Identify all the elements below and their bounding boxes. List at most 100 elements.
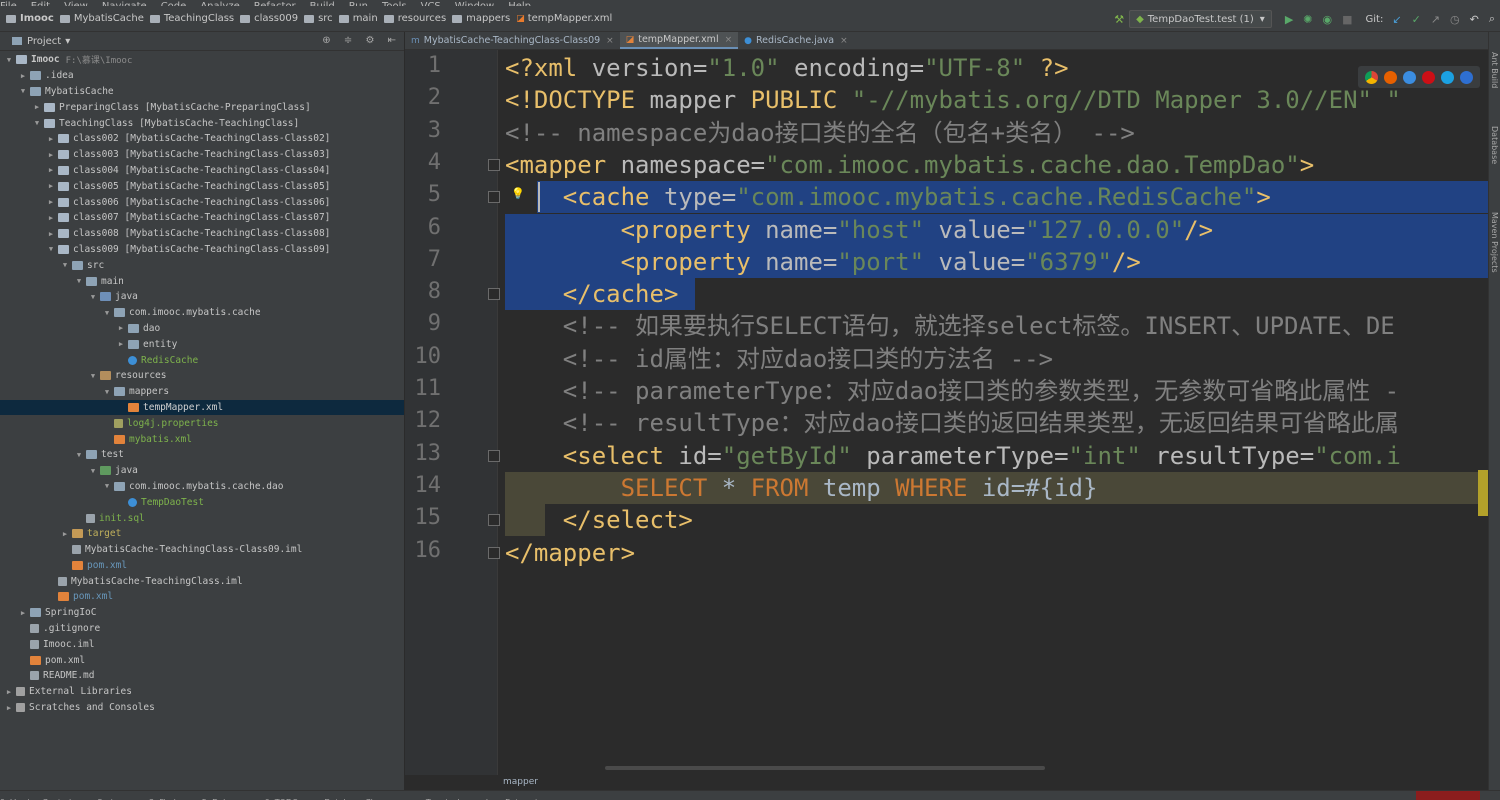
history-icon[interactable]: ◷ — [1450, 13, 1460, 26]
chevron-right-icon[interactable]: ▶ — [116, 340, 126, 348]
fold-marker[interactable] — [488, 449, 500, 462]
firefox-icon[interactable] — [1384, 70, 1397, 84]
chevron-right-icon[interactable]: ▶ — [4, 704, 14, 712]
tree-item[interactable]: ▶ PreparingClass [MybatisCache-PreparingC… — [0, 99, 404, 115]
breadcrumb-item[interactable]: src — [304, 13, 333, 24]
hammer-icon[interactable]: ⚒ — [1114, 13, 1124, 26]
code-line[interactable]: <cache type="com.imooc.mybatis.cache.Red… — [505, 181, 1271, 213]
chevron-right-icon[interactable]: ▶ — [46, 182, 56, 190]
chevron-down-icon[interactable]: ▼ — [46, 245, 56, 253]
breadcrumb-item[interactable]: class009 — [240, 13, 298, 24]
tree-item[interactable]: log4j.properties — [0, 415, 404, 431]
tree-item[interactable]: ▶ entity — [0, 336, 404, 352]
editor-breadcrumb[interactable]: mapper — [405, 775, 1488, 790]
tree-item[interactable]: ▼ src — [0, 257, 404, 273]
code-line[interactable]: SELECT * FROM temp WHERE id=#{id} — [505, 472, 1098, 504]
git-push-icon[interactable]: ↗ — [1431, 13, 1440, 26]
tree-item[interactable]: .gitignore — [0, 621, 404, 637]
breadcrumb-item[interactable]: TeachingClass — [149, 13, 234, 24]
chevron-down-icon[interactable]: ▼ — [74, 277, 84, 285]
close-icon[interactable]: × — [840, 36, 848, 46]
breadcrumb-item[interactable]: Imooc — [6, 13, 54, 24]
git-commit-icon[interactable]: ✓ — [1412, 13, 1421, 26]
project-panel-title[interactable]: Project — [27, 36, 61, 47]
code-line[interactable]: <?xml version="1.0" encoding="UTF-8" ?> — [505, 52, 1069, 84]
tree-item[interactable]: ▼ TeachingClass [MybatisCache-TeachingCla… — [0, 115, 404, 131]
code-line[interactable]: <!-- parameterType：对应dao接口类的参数类型，无参数可省略此… — [505, 375, 1399, 407]
horizontal-scrollbar[interactable] — [605, 766, 1045, 770]
code-line[interactable]: <!-- id属性：对应dao接口类的方法名 --> — [505, 343, 1053, 375]
tree-item[interactable]: pom.xml — [0, 652, 404, 668]
chevron-right-icon[interactable]: ▶ — [4, 688, 14, 696]
chrome-icon[interactable] — [1365, 70, 1378, 84]
lightbulb-icon[interactable]: 💡 — [511, 187, 525, 200]
database-tab[interactable]: Database — [1490, 126, 1499, 164]
chevron-down-icon[interactable]: ▼ — [74, 451, 84, 459]
tree-item[interactable]: ▼ com.imooc.mybatis.cache — [0, 305, 404, 321]
hide-icon[interactable]: ⇤ — [388, 35, 396, 46]
chevron-down-icon[interactable]: ▼ — [60, 261, 70, 269]
chevron-right-icon[interactable]: ▶ — [46, 230, 56, 238]
breadcrumb-item[interactable]: ◪ tempMapper.xml — [516, 13, 612, 24]
tree-item[interactable]: mybatis.xml — [0, 431, 404, 447]
search-everywhere-icon[interactable]: ⌕ — [1489, 12, 1495, 26]
tree-item[interactable]: MybatisCache-TeachingClass-Class09.iml — [0, 542, 404, 558]
fold-marker[interactable] — [488, 514, 500, 527]
editor-tab[interactable]: ◪ tempMapper.xml × — [619, 32, 739, 49]
tree-item[interactable]: MybatisCache-TeachingClass.iml — [0, 573, 404, 589]
tree-item[interactable]: ▼ resources — [0, 368, 404, 384]
collapse-icon[interactable]: ≑ — [344, 35, 352, 46]
chevron-down-icon[interactable]: ▼ — [102, 482, 112, 490]
tree-item[interactable]: ▶ class003 [MybatisCache-TeachingClass-Cl… — [0, 147, 404, 163]
breadcrumb-item[interactable]: resources — [383, 13, 446, 24]
chevron-right-icon[interactable]: ▶ — [18, 609, 28, 617]
tree-item[interactable]: ▶ class005 [MybatisCache-TeachingClass-Cl… — [0, 178, 404, 194]
chevron-down-icon[interactable]: ▼ — [88, 467, 98, 475]
code-line[interactable]: <mapper namespace="com.imooc.mybatis.cac… — [505, 149, 1314, 181]
code-line[interactable]: </select> — [505, 504, 693, 536]
tree-item[interactable]: pom.xml — [0, 589, 404, 605]
fold-marker[interactable] — [488, 158, 500, 171]
chevron-right-icon[interactable]: ▶ — [46, 135, 56, 143]
code-line[interactable]: <!-- namespace为dao接口类的全名（包名+类名） --> — [505, 117, 1135, 149]
stop-icon[interactable]: ■ — [1342, 13, 1352, 26]
chevron-right-icon[interactable]: ▶ — [116, 324, 126, 332]
chevron-right-icon[interactable]: ▶ — [46, 166, 56, 174]
tree-item[interactable]: ▶ Scratches and Consoles — [0, 700, 404, 716]
code-line[interactable]: </cache> — [505, 278, 679, 310]
tree-item[interactable]: ▼ java — [0, 463, 404, 479]
code-line[interactable]: <!DOCTYPE mapper PUBLIC "-//mybatis.org/… — [505, 84, 1401, 116]
code-line[interactable]: <property name="host" value="127.0.0.0"/… — [505, 214, 1213, 246]
debug-icon[interactable]: ✺ — [1303, 13, 1312, 26]
tree-item[interactable]: tempMapper.xml — [0, 399, 404, 416]
opera-icon[interactable] — [1422, 70, 1435, 84]
tree-item[interactable]: ▶ class004 [MybatisCache-TeachingClass-Cl… — [0, 163, 404, 179]
chevron-right-icon[interactable]: ▶ — [46, 198, 56, 206]
chevron-right-icon[interactable]: ▶ — [60, 530, 70, 538]
tree-item[interactable]: ▼ MybatisCache — [0, 84, 404, 100]
safari-icon[interactable] — [1403, 70, 1416, 84]
ant-build-tab[interactable]: Ant Build — [1490, 52, 1499, 88]
tree-item[interactable]: pom.xml — [0, 558, 404, 574]
close-icon[interactable]: × — [606, 36, 614, 46]
tree-item[interactable]: RedisCache — [0, 352, 404, 368]
tree-item[interactable]: ▼ test — [0, 447, 404, 463]
breadcrumb-item[interactable]: main — [338, 13, 378, 24]
tree-item[interactable]: ▶ dao — [0, 321, 404, 337]
revert-icon[interactable]: ↶ — [1470, 13, 1479, 26]
gear-icon[interactable]: ⚙ — [365, 35, 374, 46]
edge-icon[interactable] — [1460, 70, 1473, 84]
fold-marker[interactable] — [488, 191, 500, 204]
fold-marker[interactable] — [488, 546, 500, 559]
chevron-down-icon[interactable]: ▼ — [32, 119, 42, 127]
tree-item[interactable]: ▼ com.imooc.mybatis.cache.dao — [0, 479, 404, 495]
fold-marker[interactable] — [488, 288, 500, 301]
chevron-down-icon[interactable]: ▼ — [18, 87, 28, 95]
code-editor[interactable]: 1 2 3 4 5 6 7 8 9 10 11 12 13 14 15 16 <?xml version="1… — [405, 50, 1488, 775]
tree-item[interactable]: ▶ class007 [MybatisCache-TeachingClass-Cl… — [0, 210, 404, 226]
code-line[interactable]: <select id="getById" parameterType="int"… — [505, 440, 1401, 472]
chevron-right-icon[interactable]: ▶ — [46, 214, 56, 222]
editor-breadcrumb-label[interactable]: mapper — [503, 777, 538, 787]
chevron-down-icon[interactable]: ▼ — [88, 372, 98, 380]
locate-icon[interactable]: ⊕ — [322, 35, 330, 46]
